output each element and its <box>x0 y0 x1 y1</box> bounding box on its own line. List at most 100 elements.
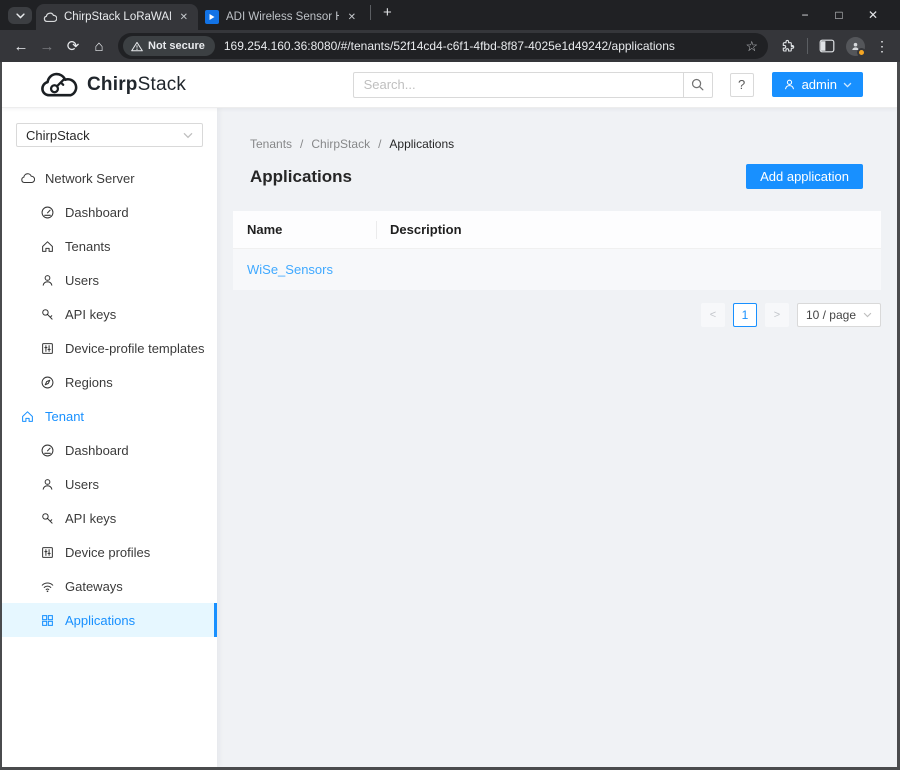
key-icon <box>40 307 55 322</box>
control-icon <box>40 341 55 356</box>
applications-table-card: Name Description WiSe_Sensors <box>233 211 881 290</box>
back-button[interactable]: ← <box>8 38 34 55</box>
user-icon <box>783 78 796 91</box>
sidebar-item-ns-regions[interactable]: Regions <box>2 365 217 399</box>
toolbar-divider <box>807 38 808 54</box>
page-size-select[interactable]: 10 / page <box>797 303 881 327</box>
sidebar-item-tenant-api-keys[interactable]: API keys <box>2 501 217 535</box>
adi-favicon-icon <box>205 10 219 24</box>
user-menu-button[interactable]: admin <box>772 72 863 97</box>
group-label: Network Server <box>45 171 135 186</box>
sidebar-item-ns-users[interactable]: Users <box>2 263 217 297</box>
chirpstack-brand[interactable]: ChirpStack <box>38 70 186 100</box>
home-icon <box>40 239 55 254</box>
breadcrumb-applications: Applications <box>389 137 454 151</box>
user-icon <box>40 273 55 288</box>
chevron-down-icon <box>183 132 193 139</box>
brand-wordmark: ChirpStack <box>87 74 186 96</box>
application-link[interactable]: WiSe_Sensors <box>247 262 333 277</box>
cloud-icon <box>20 171 35 186</box>
close-button[interactable]: ✕ <box>856 1 890 29</box>
main-content: Tenants / ChirpStack / Applications Appl… <box>217 108 897 767</box>
sidebar-item-tenant-dashboard[interactable]: Dashboard <box>2 433 217 467</box>
new-tab-button[interactable]: + <box>377 4 398 21</box>
extensions-icon[interactable] <box>776 38 800 54</box>
item-label: Device profiles <box>65 545 150 560</box>
item-label: Users <box>65 477 99 492</box>
breadcrumb-tenants[interactable]: Tenants <box>250 137 292 151</box>
prev-page-button[interactable]: < <box>701 303 725 327</box>
bookmark-icon[interactable]: ☆ <box>745 38 758 55</box>
user-label: admin <box>802 77 837 92</box>
address-bar[interactable]: Not secure 169.254.160.36:8080/#/tenants… <box>118 33 768 59</box>
appstore-icon <box>40 613 55 628</box>
current-page-button[interactable]: 1 <box>733 303 757 327</box>
item-label: Gateways <box>65 579 123 594</box>
browser-menu-icon[interactable]: ⋮ <box>872 38 892 55</box>
sidebar-item-tenant-device-profiles[interactable]: Device profiles <box>2 535 217 569</box>
page-title: Applications <box>250 167 352 187</box>
table-row: WiSe_Sensors <box>233 249 881 291</box>
sidebar-item-tenant-users[interactable]: Users <box>2 467 217 501</box>
tenant-selector-value: ChirpStack <box>26 128 90 143</box>
applications-table: Name Description WiSe_Sensors <box>233 211 881 290</box>
tab-title: ADI Wireless Sensor Hub <box>226 11 339 23</box>
chevron-down-icon <box>843 82 852 88</box>
profile-avatar[interactable] <box>846 37 865 56</box>
wifi-icon <box>40 579 55 594</box>
tab-search-button[interactable] <box>8 7 32 24</box>
side-panel-icon[interactable] <box>815 39 839 53</box>
next-page-button[interactable]: > <box>765 303 789 327</box>
search-input[interactable] <box>353 72 683 98</box>
browser-window: ChirpStack LoRaWAN® Networ ✕ ADI Wireles… <box>0 0 900 770</box>
page-size-value: 10 / page <box>806 308 856 322</box>
chirpstack-favicon-icon <box>43 12 57 23</box>
sidebar-item-tenant-gateways[interactable]: Gateways <box>2 569 217 603</box>
item-label: Dashboard <box>65 205 129 220</box>
chevron-down-icon <box>863 312 872 318</box>
control-icon <box>40 545 55 560</box>
tab-adi-hub[interactable]: ADI Wireless Sensor Hub ✕ <box>198 4 366 30</box>
sidebar-item-ns-device-profile-templates[interactable]: Device-profile templates <box>2 331 217 365</box>
tab-close-icon[interactable]: ✕ <box>177 11 191 24</box>
item-label: Dashboard <box>65 443 129 458</box>
home-button[interactable]: ⌂ <box>86 38 112 55</box>
tab-separator <box>370 5 371 20</box>
search-button[interactable] <box>683 72 713 98</box>
sidebar-item-ns-api-keys[interactable]: API keys <box>2 297 217 331</box>
sidebar-item-tenant-applications[interactable]: Applications <box>2 603 217 637</box>
url-text: 169.254.160.36:8080/#/tenants/52f14cd4-c… <box>224 39 738 53</box>
add-application-button[interactable]: Add application <box>746 164 863 189</box>
column-header-description: Description <box>376 211 881 249</box>
sidebar-group-network-server[interactable]: Network Server <box>2 161 217 195</box>
pagination: < 1 > 10 / page <box>233 303 881 327</box>
sidebar-item-ns-tenants[interactable]: Tenants <box>2 229 217 263</box>
sidebar-item-ns-dashboard[interactable]: Dashboard <box>2 195 217 229</box>
user-icon <box>40 477 55 492</box>
sidebar: ChirpStack Network Server Dashboard Tena… <box>2 108 217 767</box>
search-icon <box>690 77 705 92</box>
column-header-name: Name <box>233 211 376 249</box>
item-label: Regions <box>65 375 113 390</box>
tenant-selector[interactable]: ChirpStack <box>16 123 203 147</box>
maximize-button[interactable]: □ <box>822 1 856 29</box>
window-controls: − □ ✕ <box>788 1 890 29</box>
breadcrumb-separator: / <box>378 137 381 151</box>
tab-chirpstack[interactable]: ChirpStack LoRaWAN® Networ ✕ <box>36 4 198 30</box>
minimize-button[interactable]: − <box>788 1 822 29</box>
app-header: ChirpStack ? admin <box>2 62 897 108</box>
item-label: API keys <box>65 307 116 322</box>
sidebar-group-tenant[interactable]: Tenant <box>2 399 217 433</box>
help-button[interactable]: ? <box>730 73 754 97</box>
chirpstack-app: ChirpStack ? admin ChirpStack <box>2 62 897 767</box>
forward-button[interactable]: → <box>34 38 60 55</box>
home-icon <box>20 409 35 424</box>
security-badge[interactable]: Not secure <box>123 36 215 56</box>
dashboard-icon <box>40 443 55 458</box>
breadcrumb-chirpstack[interactable]: ChirpStack <box>311 137 370 151</box>
key-icon <box>40 511 55 526</box>
item-label: Tenants <box>65 239 111 254</box>
chevron-down-icon <box>16 13 25 19</box>
reload-button[interactable]: ⟳ <box>60 37 86 55</box>
tab-close-icon[interactable]: ✕ <box>345 11 359 24</box>
